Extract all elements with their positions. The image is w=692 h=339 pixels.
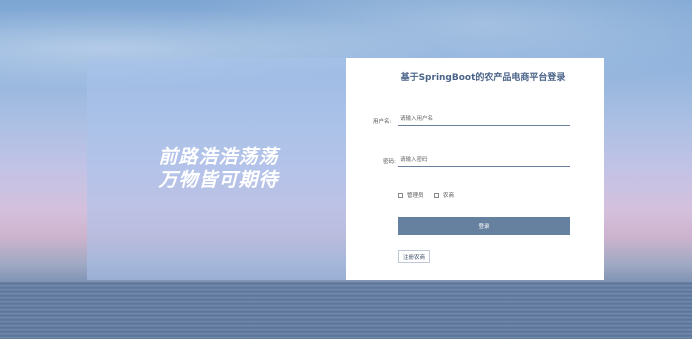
role-merchant[interactable]: 农商 xyxy=(434,191,454,199)
login-title: 基于SpringBoot的农产品电商平台登录 xyxy=(400,73,566,83)
username-input[interactable] xyxy=(398,112,570,126)
role-merchant-checkbox[interactable] xyxy=(434,192,439,198)
login-form: 基于SpringBoot的农产品电商平台登录 用户名: 密码: 管理员 农商 登… xyxy=(346,58,604,280)
role-merchant-label: 农商 xyxy=(443,193,455,199)
username-label: 用户名: xyxy=(373,119,392,125)
slogan-line-1: 前路浩浩荡荡 xyxy=(158,146,279,168)
role-admin-label: 管理员 xyxy=(407,193,424,199)
password-input[interactable] xyxy=(398,153,570,167)
slogan-panel: 前路浩浩荡荡 万物皆可期待 xyxy=(87,58,346,280)
register-merchant-button[interactable]: 注册农商 xyxy=(398,250,430,263)
role-admin[interactable]: 管理员 xyxy=(398,191,424,199)
sea-background xyxy=(0,282,692,339)
role-admin-checkbox[interactable] xyxy=(398,192,403,198)
login-button[interactable]: 登录 xyxy=(398,217,570,235)
slogan: 前路浩浩荡荡 万物皆可期待 xyxy=(158,146,278,192)
password-label: 密码: xyxy=(383,159,396,165)
slogan-line-2: 万物皆可期待 xyxy=(158,169,279,191)
